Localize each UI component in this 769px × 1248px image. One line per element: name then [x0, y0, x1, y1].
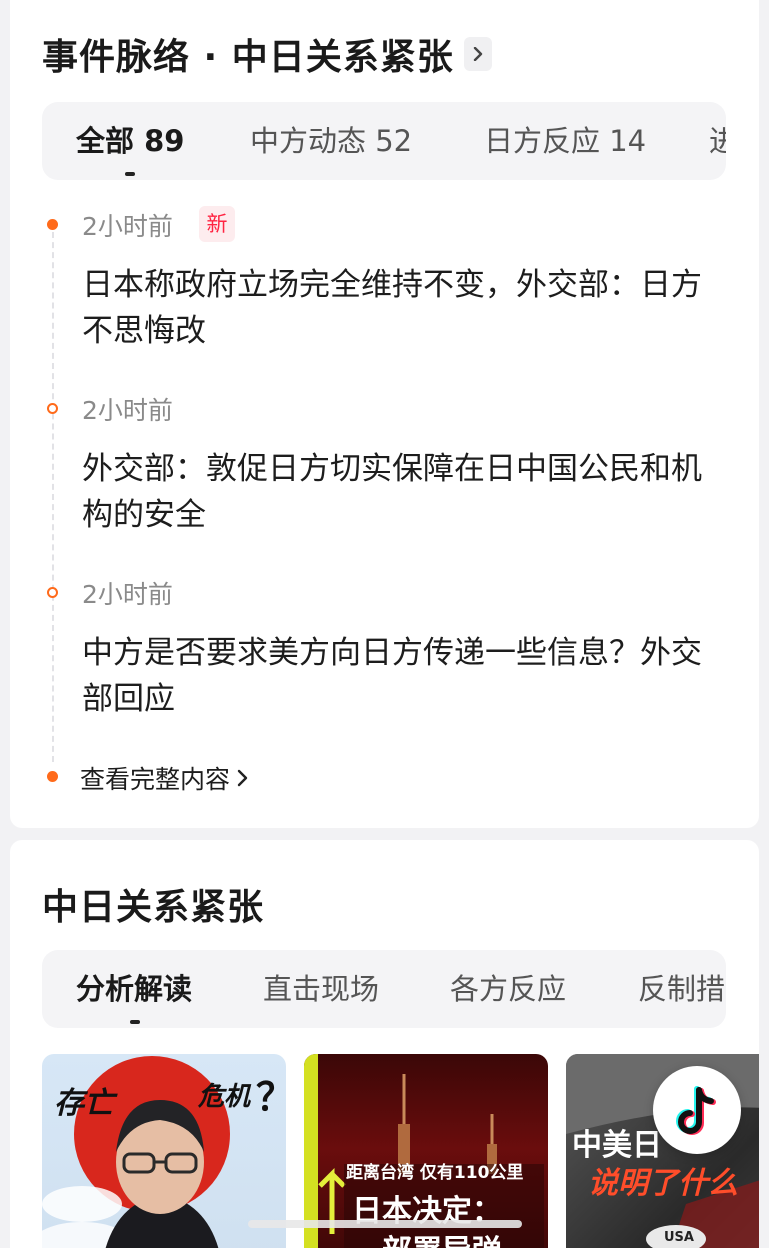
thumbnail-overlay-text: 部署导弹	[382, 1226, 502, 1248]
tab-active-indicator	[125, 172, 135, 176]
topic-tabs: 分析解读 直击现场 各方反应 反制措	[42, 950, 726, 1028]
timeline-item-time: 2小时前	[82, 212, 173, 241]
timeline-card: 事件脉络 · 中日关系紧张 全部 89 中方动态 52 日方反应 14 进 2小…	[10, 0, 759, 828]
video-carousel: 存亡 危机 ？ 距离台湾 仅有110公里 日本决定： 部署导弹	[42, 1054, 759, 1248]
tab-more[interactable]: 进	[709, 102, 726, 180]
tab-on-site[interactable]: 直击现场	[263, 950, 379, 1028]
timeline-item-title[interactable]: 日本称政府立场完全维持不变，外交部：日方不思悔改	[82, 262, 722, 354]
timeline-section-header[interactable]: 事件脉络 · 中日关系紧张	[42, 28, 492, 80]
view-full-content-link[interactable]: 查看完整内容	[80, 760, 250, 796]
tab-all[interactable]: 全部 89	[76, 102, 184, 180]
video-thumbnail[interactable]: 存亡 危机 ？	[42, 1054, 286, 1248]
thumbnail-overlay-text: 说明了什么	[588, 1166, 738, 1201]
tab-countermeasures[interactable]: 反制措	[638, 950, 725, 1028]
timeline-item-title[interactable]: 外交部：敦促日方切实保障在日中国公民和机构的安全	[82, 446, 722, 538]
timeline-section-title: 事件脉络 · 中日关系紧张	[42, 37, 454, 78]
thumbnail-overlay-text: USA	[664, 1230, 694, 1245]
tab-active-indicator	[130, 1020, 140, 1024]
timeline-dot-filled	[47, 219, 58, 230]
timeline-line	[52, 232, 54, 762]
tiktok-logo-icon[interactable]	[653, 1066, 741, 1154]
home-indicator[interactable]	[248, 1220, 522, 1228]
timeline-item-title[interactable]: 中方是否要求美方向日方传递一些信息？外交部回应	[82, 630, 722, 722]
view-full-content-label: 查看完整内容	[80, 765, 231, 794]
thumbnail-overlay-text: ？	[256, 1066, 286, 1121]
video-thumbnail[interactable]: 距离台湾 仅有110公里 日本决定： 部署导弹	[304, 1054, 548, 1248]
tab-japan-reaction[interactable]: 日方反应 14	[484, 102, 646, 180]
tab-reactions[interactable]: 各方反应	[450, 950, 566, 1028]
topic-card: 中日关系紧张 分析解读 直击现场 各方反应 反制措 存亡 危机 ？	[10, 840, 759, 1248]
thumbnail-overlay-text: 危机	[198, 1082, 251, 1112]
timeline-dot-hollow	[47, 403, 58, 414]
timeline-item-time: 2小时前	[82, 580, 173, 609]
timeline-dot-hollow	[47, 587, 58, 598]
chevron-right-icon[interactable]	[463, 37, 492, 71]
tab-china-side[interactable]: 中方动态 52	[250, 102, 412, 180]
thumbnail-overlay-text: 存亡	[54, 1086, 114, 1121]
topic-section-title: 中日关系紧张	[42, 887, 265, 928]
timeline-tabs: 全部 89 中方动态 52 日方反应 14 进	[42, 102, 726, 180]
new-badge: 新	[199, 206, 235, 242]
timeline-item-time: 2小时前	[82, 396, 173, 425]
thumbnail-overlay-text: 距离台湾 仅有110公里	[346, 1163, 524, 1183]
timeline-dot-filled	[47, 771, 58, 782]
chevron-right-icon	[237, 769, 248, 787]
tab-analysis[interactable]: 分析解读	[76, 950, 192, 1028]
